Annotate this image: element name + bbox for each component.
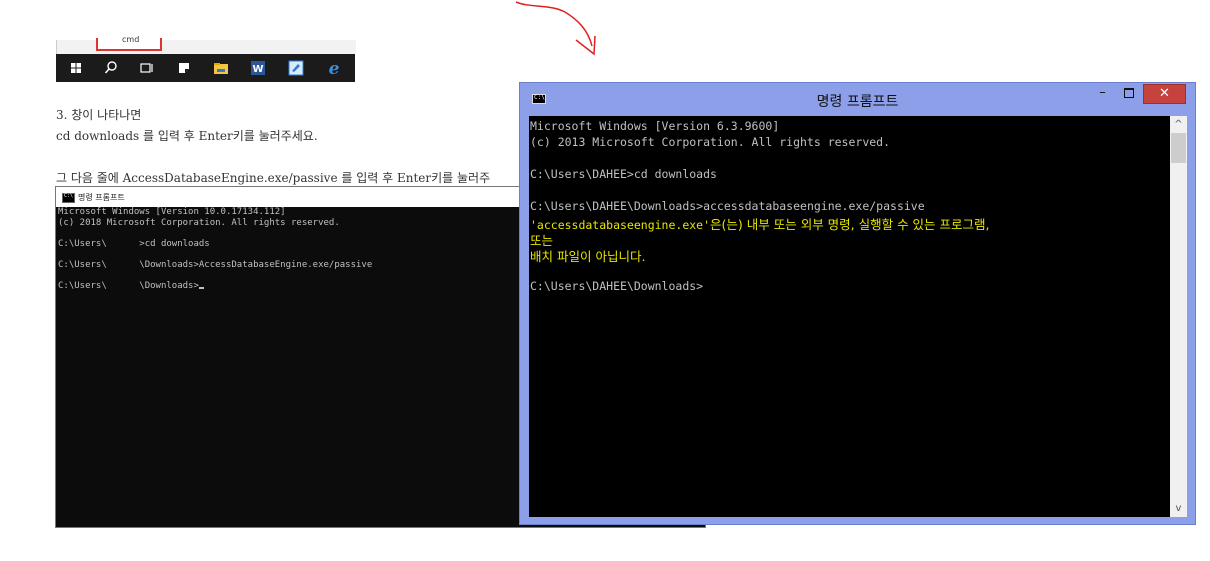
file-explorer-icon[interactable] bbox=[211, 58, 231, 78]
windows-start-icon[interactable] bbox=[66, 58, 86, 78]
console-prompt-text: C:\Users\ \Downloads> bbox=[58, 280, 199, 291]
console-line: C:\Users\DAHEE>cd downloads bbox=[530, 167, 717, 181]
close-button[interactable]: ✕ bbox=[1143, 84, 1186, 104]
old-window-title: 명령 프롬프트 bbox=[78, 193, 125, 202]
scroll-up-arrow-icon[interactable]: ^ bbox=[1170, 116, 1187, 133]
sticky-notes-icon[interactable] bbox=[174, 58, 194, 78]
paint-icon[interactable] bbox=[286, 58, 306, 78]
console-output[interactable]: Microsoft Windows [Version 6.3.9600] (c)… bbox=[529, 116, 1170, 517]
maximize-button[interactable] bbox=[1117, 84, 1141, 104]
search-icon[interactable] bbox=[101, 58, 121, 78]
word-icon[interactable]: W bbox=[248, 58, 268, 78]
highlight-box: cmd bbox=[96, 35, 162, 51]
taskbar-screenshot: cmd W e bbox=[56, 35, 356, 82]
error-message: 은(는) 내부 또는 외부 명령, 실행할 수 있는 프로그램, bbox=[710, 217, 990, 232]
maximize-icon bbox=[1124, 87, 1134, 98]
scroll-down-arrow-icon[interactable]: v bbox=[1170, 500, 1187, 517]
command-prompt-window: 명령 프롬프트 – ✕ Microsoft Windows [Version 6… bbox=[519, 82, 1196, 525]
annotation-arrow-icon bbox=[515, 1, 596, 56]
console-line: (c) 2013 Microsoft Corporation. All righ… bbox=[530, 135, 891, 149]
context-menu-text: cmd bbox=[122, 35, 140, 44]
task-view-icon[interactable] bbox=[136, 58, 156, 78]
console-line: Microsoft Windows [Version 6.3.9600] bbox=[530, 119, 780, 133]
instruction-line-cd: cd downloads 를 입력 후 Enter키를 눌러주세요. bbox=[56, 129, 318, 143]
vertical-scrollbar[interactable]: ^ v bbox=[1170, 116, 1187, 517]
console-prompt: C:\Users\DAHEE\Downloads> bbox=[530, 279, 704, 293]
scrollbar-thumb[interactable] bbox=[1171, 133, 1186, 163]
instruction-step3: 3. 창이 나타나면 bbox=[56, 108, 142, 122]
instruction-line-passive: 그 다음 줄에 AccessDatabaseEngine.exe/passive… bbox=[56, 171, 491, 185]
minimize-button[interactable]: – bbox=[1089, 84, 1116, 104]
console-line: C:\Users\DAHEE\Downloads>accessdatabasee… bbox=[530, 199, 925, 213]
console-line-error: 배치 파일이 아닙니다. bbox=[530, 249, 646, 264]
cmd-icon bbox=[62, 193, 75, 203]
title-bar[interactable]: 명령 프롬프트 – ✕ bbox=[520, 83, 1195, 116]
error-command-name: 'accessdatabaseengine.exe' bbox=[530, 218, 711, 232]
svg-text:e: e bbox=[329, 59, 340, 78]
text-cursor bbox=[198, 286, 204, 289]
edge-icon[interactable]: e bbox=[324, 58, 344, 78]
console-line-error: 'accessdatabaseengine.exe'은(는) 내부 또는 외부 … bbox=[530, 214, 990, 233]
svg-text:W: W bbox=[252, 64, 263, 75]
taskbar: W e bbox=[56, 54, 355, 82]
